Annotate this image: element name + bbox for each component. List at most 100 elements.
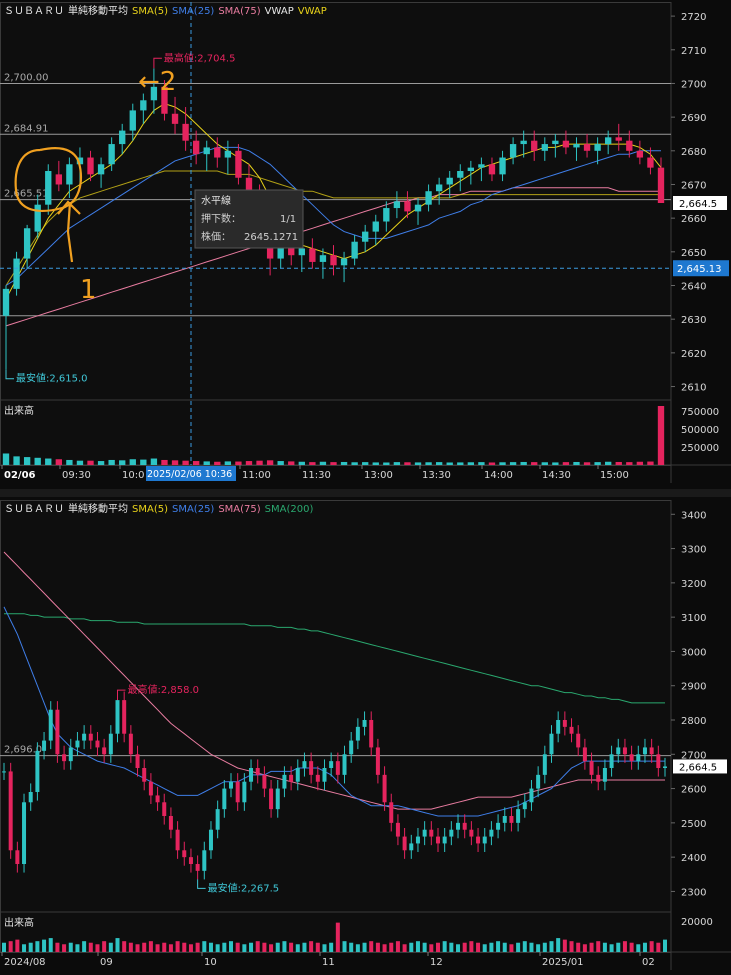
- volume-bar: [615, 461, 622, 465]
- horizontal-line-label: 2,665.51: [4, 189, 49, 200]
- volume-bar: [148, 941, 153, 952]
- candle: [656, 754, 661, 768]
- candle: [35, 750, 40, 792]
- volume-bar: [235, 942, 240, 952]
- x-tick-label: 14:30: [542, 470, 571, 481]
- candle: [97, 164, 105, 175]
- candle: [425, 191, 432, 205]
- volume-bar: [282, 941, 287, 952]
- tooltip-row2-value: 2645.1271: [244, 232, 298, 243]
- candle: [478, 164, 485, 168]
- volume-bar: [362, 462, 369, 465]
- candle: [322, 768, 327, 782]
- volume-bar: [102, 941, 107, 952]
- low-label: 最安値:2,267.5: [208, 881, 280, 894]
- candle: [235, 150, 242, 178]
- candle: [214, 147, 221, 158]
- candle: [202, 850, 207, 871]
- candle: [642, 747, 647, 755]
- volume-bar: [262, 942, 267, 952]
- candle: [636, 150, 644, 158]
- volume-bar: [302, 942, 307, 952]
- volume-bar: [582, 944, 587, 952]
- candle: [509, 816, 514, 823]
- candle: [28, 792, 33, 803]
- volume-bar: [215, 944, 220, 952]
- volume-bar: [340, 461, 348, 465]
- candle: [372, 221, 379, 232]
- volume-bar: [168, 944, 173, 952]
- volume-bar: [34, 457, 41, 465]
- y-tick-label: 2680: [681, 147, 706, 158]
- volume-bar: [298, 461, 305, 465]
- volume-bar: [66, 459, 73, 465]
- candle: [242, 781, 247, 803]
- volume-bar: [329, 942, 334, 952]
- x-tick-label: 2024/08: [4, 957, 46, 968]
- volume-bar: [129, 459, 136, 465]
- candle: [622, 747, 627, 755]
- x-tick-label: 02: [642, 957, 655, 968]
- volume-bar: [516, 942, 521, 952]
- volume-bar: [552, 462, 559, 465]
- volume-bar: [457, 462, 464, 465]
- volume-bar: [309, 941, 314, 952]
- candle: [435, 184, 443, 192]
- volume-bar: [549, 941, 554, 952]
- candle: [319, 255, 327, 262]
- candle: [34, 204, 41, 232]
- candle: [1, 771, 7, 773]
- candle: [108, 733, 113, 755]
- y-tick-label: 2710: [681, 46, 706, 57]
- candle: [282, 774, 287, 789]
- candle: [340, 258, 348, 266]
- volume-bar: [467, 462, 475, 465]
- candle: [609, 754, 614, 768]
- y-tick-label: 2650: [681, 248, 706, 259]
- candle: [469, 829, 474, 837]
- volume-bar: [393, 462, 401, 465]
- legend-sma75: SMA(75): [218, 504, 260, 515]
- candle: [351, 241, 358, 259]
- volume-bar: [656, 942, 661, 952]
- volume-bar: [425, 462, 432, 465]
- candle: [119, 130, 126, 145]
- volume-bar: [142, 942, 147, 952]
- volume-bar: [8, 941, 13, 952]
- x-tick-label: 11:00: [242, 470, 271, 481]
- candle: [42, 740, 47, 751]
- chart-canvas[interactable]: ＳＵＢＡＲＵ 単純移動平均 SMA(5) SMA(25) SMA(75) VWAP VWAP…: [0, 0, 731, 971]
- candle: [188, 857, 193, 864]
- candle: [502, 816, 507, 823]
- candle: [404, 201, 411, 212]
- chart-panel-daily: ＳＵＢＡＲＵ 単純移動平均 SMA(5) SMA(25) SMA(75) SMA(200)…: [0, 500, 731, 970]
- volume-bar: [355, 944, 360, 952]
- volume-bar: [529, 942, 534, 952]
- volume-tick-label: 20000: [681, 917, 713, 928]
- volume-tick-label: 500000: [681, 425, 719, 436]
- candle: [442, 836, 447, 844]
- candle: [594, 144, 601, 151]
- x-tick-label: 10: [204, 957, 217, 968]
- last-price-label: 2,664.5: [679, 762, 717, 773]
- volume-bar: [68, 942, 73, 952]
- volume-bar: [222, 942, 227, 952]
- candle: [66, 164, 73, 185]
- x-tick-label: 09: [100, 957, 113, 968]
- volume-bar: [28, 942, 33, 952]
- volume-bar: [330, 462, 337, 465]
- volume-bar: [456, 944, 461, 952]
- y-tick-label: 2690: [681, 113, 706, 124]
- candle: [395, 822, 400, 837]
- volume-bar: [245, 461, 253, 465]
- x-tick-label: 13:30: [422, 470, 451, 481]
- volume-bar: [289, 942, 294, 952]
- volume-bar: [562, 462, 570, 465]
- x-tick-label: 09:30: [62, 470, 91, 481]
- candle: [415, 836, 420, 844]
- x-tick-label: 15:00: [600, 470, 629, 481]
- volume-bar: [22, 944, 27, 952]
- volume-bar: [55, 942, 60, 952]
- candle: [142, 768, 147, 782]
- volume-bar: [192, 461, 200, 465]
